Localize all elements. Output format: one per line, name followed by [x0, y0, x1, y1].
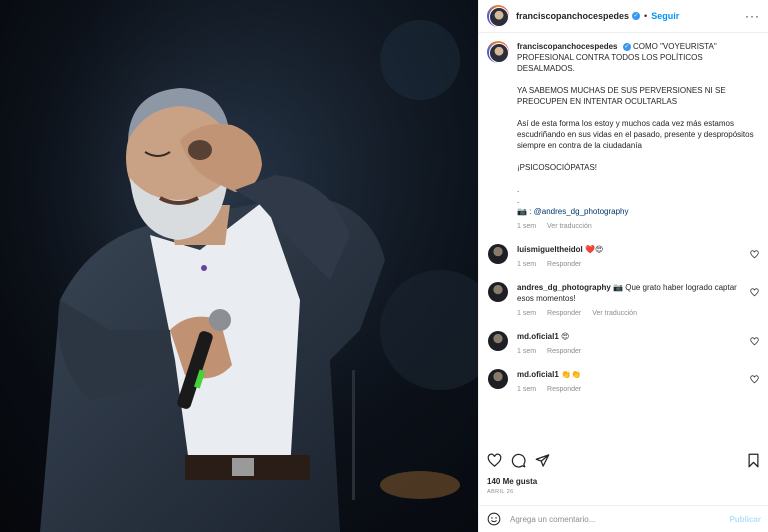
comment-meta: 1 sem Responder	[517, 346, 747, 357]
send-icon[interactable]	[535, 453, 550, 468]
heart-icon[interactable]	[487, 453, 502, 468]
bookmark-icon[interactable]	[746, 453, 761, 468]
caption-line-2: YA SABEMOS MUCHAS DE SUS PERVERSIONES NI…	[517, 86, 726, 106]
follow-button[interactable]: Seguir	[651, 11, 679, 21]
comment-time[interactable]: 1 sem	[517, 348, 536, 355]
comments-list[interactable]: franciscopanchocespedes ✓ COMO "VOYEURIS…	[479, 33, 768, 441]
comment-like-heart-icon[interactable]	[750, 250, 759, 259]
caption-author-avatar[interactable]	[487, 41, 509, 63]
commenter-avatar[interactable]	[488, 369, 508, 389]
comment-reply-link[interactable]: Responder	[547, 261, 581, 268]
comment-text: ❤️😍	[585, 245, 604, 254]
post-date[interactable]: ABRIL 26	[487, 489, 514, 495]
more-options-icon[interactable]: ···	[745, 9, 760, 23]
singer-photo-illustration	[0, 0, 478, 532]
commenter-username[interactable]: luismigueltheidol	[517, 245, 583, 254]
comment-body: md.oficial1 👏👏 1 sem Responder	[517, 369, 747, 395]
comment-body: md.oficial1 😍 1 sem Responder	[517, 331, 747, 357]
post-caption: franciscopanchocespedes ✓ COMO "VOYEURIS…	[487, 41, 761, 232]
camera-credit-prefix: 📷 :	[517, 207, 534, 216]
caption-line-3: Así de esta forma los estoy y muchos cad…	[517, 119, 754, 150]
comment-time[interactable]: 1 sem	[517, 386, 536, 393]
comment-reply-link[interactable]: Responder	[547, 310, 581, 317]
caption-meta: 1 sem Ver traducción	[517, 221, 757, 232]
caption-dot-1: .	[517, 185, 520, 194]
instagram-post: franciscopanchocespedes ✓ • Seguir ··· f…	[0, 0, 768, 532]
photographer-mention-link[interactable]: @andres_dg_photography	[534, 207, 629, 216]
caption-body: franciscopanchocespedes ✓ COMO "VOYEURIS…	[517, 41, 757, 232]
commenter-avatar[interactable]	[488, 282, 508, 302]
caption-dot-2: .	[517, 196, 520, 205]
comment-translate-link[interactable]: Ver traducción	[592, 310, 637, 317]
author-username[interactable]: franciscopanchocespedes	[516, 11, 629, 21]
comment-icon[interactable]	[511, 453, 526, 468]
add-comment-input[interactable]	[510, 514, 710, 524]
emoji-icon[interactable]	[487, 512, 501, 526]
comment-meta: 1 sem Responder	[517, 259, 747, 270]
caption-line-4: ¡PSICOSOCIÓPATAS!	[517, 163, 598, 172]
commenter-username[interactable]: md.oficial1	[517, 332, 559, 341]
post-photo[interactable]	[0, 0, 478, 532]
author-avatar[interactable]	[487, 5, 509, 27]
commenter-avatar[interactable]	[488, 331, 508, 351]
likes-count[interactable]: 140 Me gusta	[487, 477, 537, 486]
comment-reply-link[interactable]: Responder	[547, 386, 581, 393]
comment-like-heart-icon[interactable]	[750, 288, 759, 297]
comment-row: md.oficial1 😍 1 sem Responder	[487, 331, 761, 357]
comment-row: luismigueltheidol ❤️😍 1 sem Responder	[487, 244, 761, 270]
caption-translate-link[interactable]: Ver traducción	[547, 223, 592, 230]
comment-text: 👏👏	[561, 370, 581, 379]
comment-meta: 1 sem Responder Ver traducción	[517, 308, 747, 319]
header-separator: •	[644, 11, 648, 21]
post-header: franciscopanchocespedes ✓ • Seguir ···	[479, 0, 768, 33]
comment-row: md.oficial1 👏👏 1 sem Responder	[487, 369, 761, 395]
comment-reply-link[interactable]: Responder	[547, 348, 581, 355]
comment-row: andres_dg_photography 📷 Que grato haber …	[487, 282, 761, 319]
add-comment-bar: Publicar	[479, 505, 768, 532]
post-action-bar	[479, 448, 768, 472]
comment-like-heart-icon[interactable]	[750, 337, 759, 346]
commenter-username[interactable]: md.oficial1	[517, 370, 559, 379]
caption-time[interactable]: 1 sem	[517, 223, 536, 230]
comment-meta: 1 sem Responder	[517, 384, 747, 395]
comment-time[interactable]: 1 sem	[517, 310, 536, 317]
comment-body: luismigueltheidol ❤️😍 1 sem Responder	[517, 244, 747, 270]
caption-username[interactable]: franciscopanchocespedes	[517, 42, 617, 51]
verified-badge-icon: ✓	[632, 12, 641, 20]
post-side-panel: franciscopanchocespedes ✓ • Seguir ··· f…	[478, 0, 768, 532]
comment-text: 😍	[561, 332, 570, 341]
comment-time[interactable]: 1 sem	[517, 261, 536, 268]
comment-like-heart-icon[interactable]	[750, 375, 759, 384]
publish-button[interactable]: Publicar	[729, 515, 761, 524]
commenter-avatar[interactable]	[488, 244, 508, 264]
comment-body: andres_dg_photography 📷 Que grato haber …	[517, 282, 747, 319]
commenter-username[interactable]: andres_dg_photography	[517, 283, 611, 292]
verified-badge-icon: ✓	[622, 42, 631, 51]
